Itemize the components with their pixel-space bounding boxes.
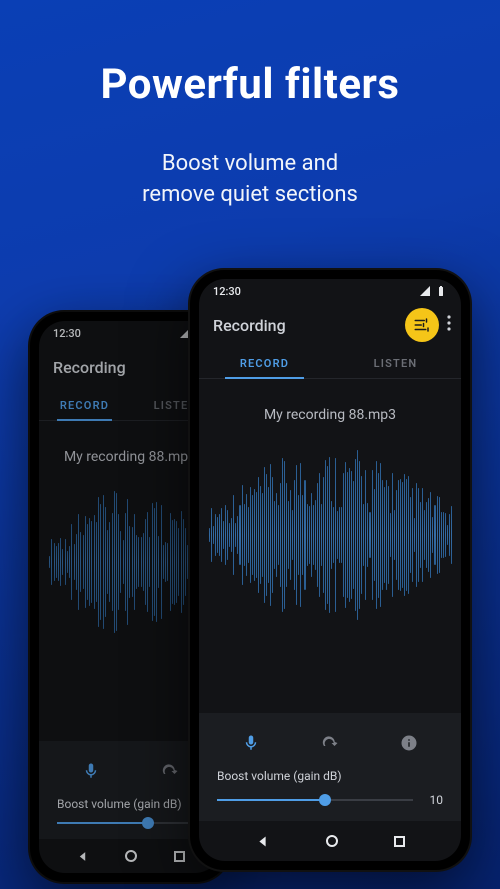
status-time: 12:30 [213,285,241,298]
boost-slider[interactable] [217,798,413,802]
nav-back-icon[interactable] [255,834,270,849]
boost-label: Boost volume (gain dB) [57,797,203,811]
status-time: 12:30 [53,327,81,340]
signal-icon [419,285,431,297]
nav-recent-icon[interactable] [394,836,405,847]
phone-mockups: 12:30 Recording RECORD LISTEN My recordi… [0,270,500,889]
battery-icon [435,285,447,297]
tabs: RECORD LISTEN [199,347,461,379]
boost-value: 10 [425,793,443,807]
slider-wrap: 10 [217,793,443,807]
sliders-icon [413,316,431,334]
redo-icon[interactable] [318,731,342,755]
nav-recent-icon[interactable] [174,851,185,862]
redo-icon[interactable] [158,759,182,783]
status-bar: 12:30 [199,279,461,303]
app-title: Recording [213,316,286,335]
boost-volume-row: Boost volume (gain dB) 10 [211,769,449,807]
nav-home-icon[interactable] [125,850,137,862]
screen-front: 12:30 Recording RECORD LISTEN [199,279,461,861]
boost-volume-row: Boost volume (gain dB) [51,797,209,825]
boost-slider[interactable] [57,821,203,825]
app-bar: Recording [199,303,461,347]
phone-front: 12:30 Recording RECORD LISTEN [190,270,470,870]
more-button[interactable] [447,315,451,335]
hero-subtitle: Boost volume and remove quiet sections [0,149,500,211]
mic-icon[interactable] [239,731,263,755]
control-icons [211,723,449,769]
android-nav [199,821,461,861]
waveform [199,445,461,625]
controls-panel: Boost volume (gain dB) 10 [199,713,461,821]
tab-record[interactable]: RECORD [199,347,330,378]
info-icon[interactable] [397,731,421,755]
nav-back-icon[interactable] [76,850,89,863]
control-icons [51,751,209,797]
mic-icon[interactable] [79,759,103,783]
promo-hero: Powerful filters Boost volume and remove… [0,0,500,211]
file-name: My recording 88.mp3 [199,407,461,423]
tab-record[interactable]: RECORD [39,389,130,420]
boost-label: Boost volume (gain dB) [217,769,443,783]
more-vert-icon [447,315,451,331]
slider-wrap [57,821,203,825]
nav-home-icon[interactable] [326,835,338,847]
tab-listen[interactable]: LISTEN [330,347,461,378]
status-icons [419,285,447,297]
app-title: Recording [53,358,126,377]
hero-title: Powerful filters [0,60,500,109]
filters-button[interactable] [405,308,439,342]
